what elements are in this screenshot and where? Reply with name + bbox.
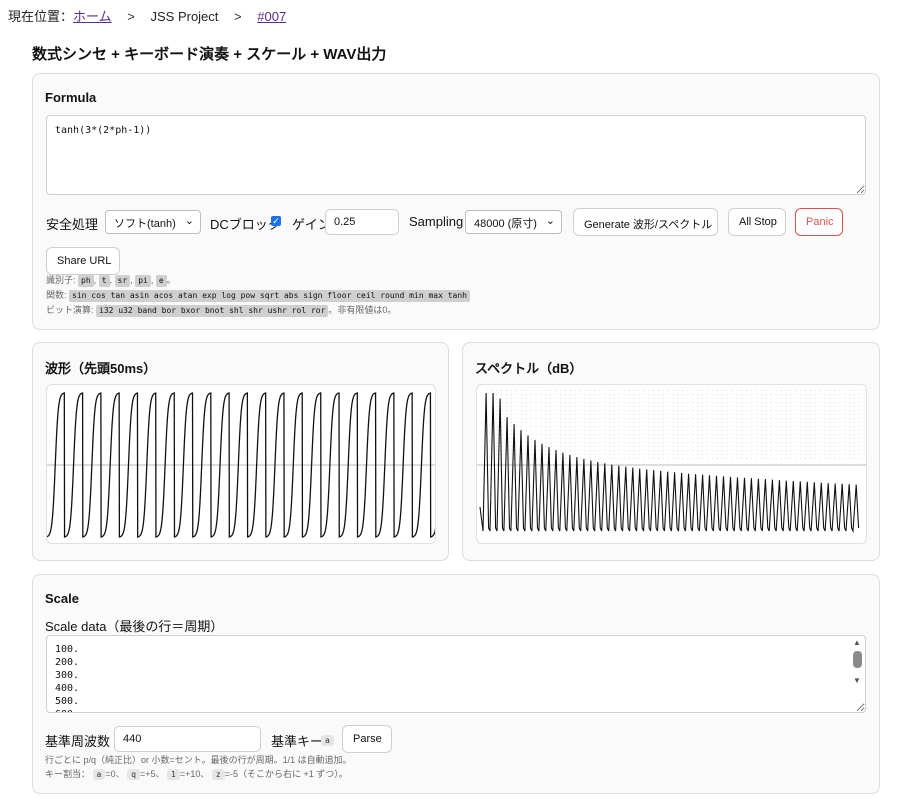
- identifier-code: sr: [114, 275, 131, 287]
- identifiers-hint: 識別子: ph, t, sr, pi, e。: [46, 275, 176, 287]
- identifiers-end: 。: [166, 275, 176, 285]
- waveform-plot: [46, 384, 436, 544]
- waveform-title: 波形（先頭50ms）: [45, 361, 157, 376]
- formula-card: Formula 安全処理 ソフト(tanh) ⌄ DCブロック ✓ ゲイン Sa…: [32, 73, 880, 330]
- functions-hint: 関数: sin cos tan asin acos atan exp log p…: [46, 288, 470, 302]
- basekey-label: 基準キー: [271, 734, 324, 749]
- sampling-select-value: 48000 (原寸): [474, 218, 537, 230]
- panic-button[interactable]: Panic: [795, 208, 843, 236]
- sampling-select[interactable]: 48000 (原寸) ⌄: [465, 210, 562, 234]
- breadcrumb-home-link[interactable]: ホーム: [73, 9, 112, 24]
- spectrum-title: スペクトル（dB）: [475, 361, 583, 376]
- sampling-label: Sampling: [409, 214, 464, 229]
- identifiers-label: 識別子:: [46, 275, 76, 285]
- identifier-code: ph: [78, 275, 94, 287]
- bitops-note: 。非有限値は0。: [328, 305, 397, 315]
- scroll-thumb[interactable]: [852, 651, 862, 668]
- basefreq-label: 基準周波数: [45, 734, 111, 749]
- formula-input[interactable]: [46, 115, 866, 195]
- breadcrumb-current-link[interactable]: #007: [257, 9, 286, 24]
- safety-label: 安全処理: [46, 217, 99, 232]
- parse-button[interactable]: Parse: [342, 725, 392, 753]
- formula-title: Formula: [45, 90, 97, 105]
- scale-help-line1: 行ごとに p/q（純正比）or 小数=セント。最後の行が周期。1/1 は自動追加…: [45, 755, 352, 765]
- waveform-svg: [47, 392, 435, 538]
- scale-data-label: Scale data（最後の行＝周期）: [45, 619, 224, 634]
- all-stop-button[interactable]: All Stop: [728, 208, 786, 236]
- generate-button[interactable]: Generate 波形/スペクトル: [573, 208, 718, 236]
- chevron-down-icon: ⌄: [184, 215, 194, 227]
- spectrum-line: [479, 392, 860, 534]
- page-title: 数式シンセ + キーボード演奏 + スケール + WAV出力: [32, 46, 387, 63]
- breadcrumb: 現在位置：ホーム > JSS Project > #007: [8, 6, 286, 25]
- scale-help-line2: キー割当： a =0、 q =+5、 1 =+10、 z =-5（そこから右に +1 ず…: [45, 767, 348, 780]
- breadcrumb-separator: >: [234, 9, 242, 24]
- scale-card: Scale Scale data（最後の行＝周期） ▲ ▼ 基準周波数 基準キー…: [32, 574, 880, 794]
- chevron-down-icon: ⌄: [545, 215, 555, 227]
- key-code: a: [92, 769, 106, 780]
- safety-select[interactable]: ソフト(tanh) ⌄: [105, 210, 201, 234]
- bitops-code: i32 u32 band bor bxor bnot shl shr ushr …: [96, 305, 329, 317]
- identifier-code: t: [98, 275, 110, 287]
- identifier-code: e: [155, 275, 167, 287]
- gain-input[interactable]: [325, 209, 399, 235]
- spectrum-svg: [477, 390, 866, 534]
- key-value: =0、: [105, 769, 125, 779]
- bitops-label: ビット演算:: [46, 305, 94, 315]
- scroll-up-icon[interactable]: ▲: [851, 638, 863, 647]
- scale-data-input[interactable]: [46, 635, 866, 713]
- key-code: z: [211, 769, 225, 780]
- key-value: =+5、: [139, 769, 165, 779]
- spectrum-card: スペクトル（dB）: [462, 342, 880, 561]
- key-code: 1: [167, 769, 180, 780]
- identifier-code: pi: [135, 275, 151, 287]
- key-value: =-5（そこから右に +1 ずつ）。: [224, 769, 348, 779]
- basekey-value: a: [321, 735, 334, 746]
- bitops-hint: ビット演算: i32 u32 band bor bxor bnot shl sh…: [46, 303, 396, 317]
- scale-scrollbar[interactable]: ▲ ▼: [851, 638, 863, 698]
- functions-code: sin cos tan asin acos atan exp log pow s…: [69, 290, 470, 302]
- waveform-card: 波形（先頭50ms）: [32, 342, 449, 561]
- dc-block-checkbox[interactable]: ✓: [271, 216, 281, 226]
- breadcrumb-prefix: 現在位置：: [8, 9, 74, 24]
- spectrum-plot: [476, 384, 867, 544]
- share-url-button[interactable]: Share URL: [46, 247, 120, 275]
- scale-title: Scale: [45, 591, 79, 606]
- breadcrumb-project: JSS Project: [150, 9, 219, 24]
- safety-select-value: ソフト(tanh): [114, 218, 176, 230]
- key-value: =+10、: [179, 769, 210, 779]
- functions-label: 関数:: [46, 290, 67, 300]
- breadcrumb-separator: >: [127, 9, 135, 24]
- key-assign-label: キー割当：: [45, 769, 91, 779]
- scroll-down-icon[interactable]: ▼: [851, 676, 863, 685]
- key-code: q: [127, 769, 140, 780]
- basefreq-input[interactable]: [114, 726, 261, 752]
- spectrum-grid: [486, 390, 865, 460]
